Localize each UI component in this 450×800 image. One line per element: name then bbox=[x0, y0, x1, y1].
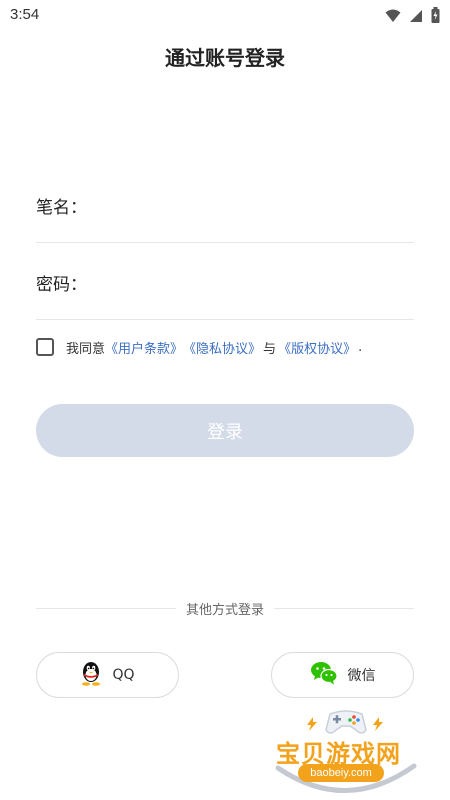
battery-icon bbox=[431, 7, 440, 27]
wifi-icon bbox=[385, 8, 401, 27]
wechat-login-button[interactable]: 微信 bbox=[271, 652, 414, 698]
login-button[interactable]: 登录 bbox=[36, 404, 414, 457]
watermark-url: baobeiy.com bbox=[298, 764, 384, 782]
other-login-divider: 其他方式登录 bbox=[36, 598, 415, 618]
username-input[interactable] bbox=[100, 187, 400, 221]
terms-link[interactable]: 《用户条款》 bbox=[105, 338, 183, 357]
other-login-text: 其他方式登录 bbox=[186, 602, 265, 618]
agreement-checkbox[interactable] bbox=[36, 338, 54, 356]
divider-line-right bbox=[274, 607, 415, 609]
status-time: 3:54 bbox=[10, 6, 40, 23]
status-icons bbox=[385, 7, 440, 27]
qq-login-button[interactable]: QQ bbox=[36, 652, 179, 698]
site-watermark: 宝贝游戏网 baobeiy.com bbox=[272, 706, 420, 800]
username-label: 笔名： bbox=[36, 198, 87, 218]
password-label: 密码： bbox=[36, 275, 87, 295]
copyright-link[interactable]: 《版权协议》 bbox=[278, 338, 356, 357]
privacy-link[interactable]: 《隐私协议》 bbox=[183, 338, 261, 357]
status-bar: 3:54 bbox=[0, 0, 450, 32]
page-title: 通过账号登录 bbox=[165, 46, 285, 70]
agreement-row: 我同意 《用户条款》 《隐私协议》 与 《版权协议》 . bbox=[36, 336, 362, 358]
lightning-icon bbox=[372, 716, 384, 735]
agreement-prefix: 我同意 bbox=[66, 341, 106, 357]
password-field: 密码： bbox=[36, 240, 414, 320]
wechat-label: 微信 bbox=[347, 668, 376, 684]
username-field: 笔名： bbox=[36, 163, 414, 243]
lightning-icon bbox=[306, 716, 318, 735]
qq-icon bbox=[80, 660, 102, 690]
signal-icon bbox=[409, 8, 423, 27]
agreement-conjunction: 与 bbox=[263, 341, 277, 357]
agreement-suffix: . bbox=[358, 339, 363, 355]
wechat-icon bbox=[310, 661, 338, 689]
password-input[interactable] bbox=[100, 264, 400, 298]
divider-line-left bbox=[36, 607, 176, 609]
qq-label: QQ bbox=[112, 667, 135, 683]
